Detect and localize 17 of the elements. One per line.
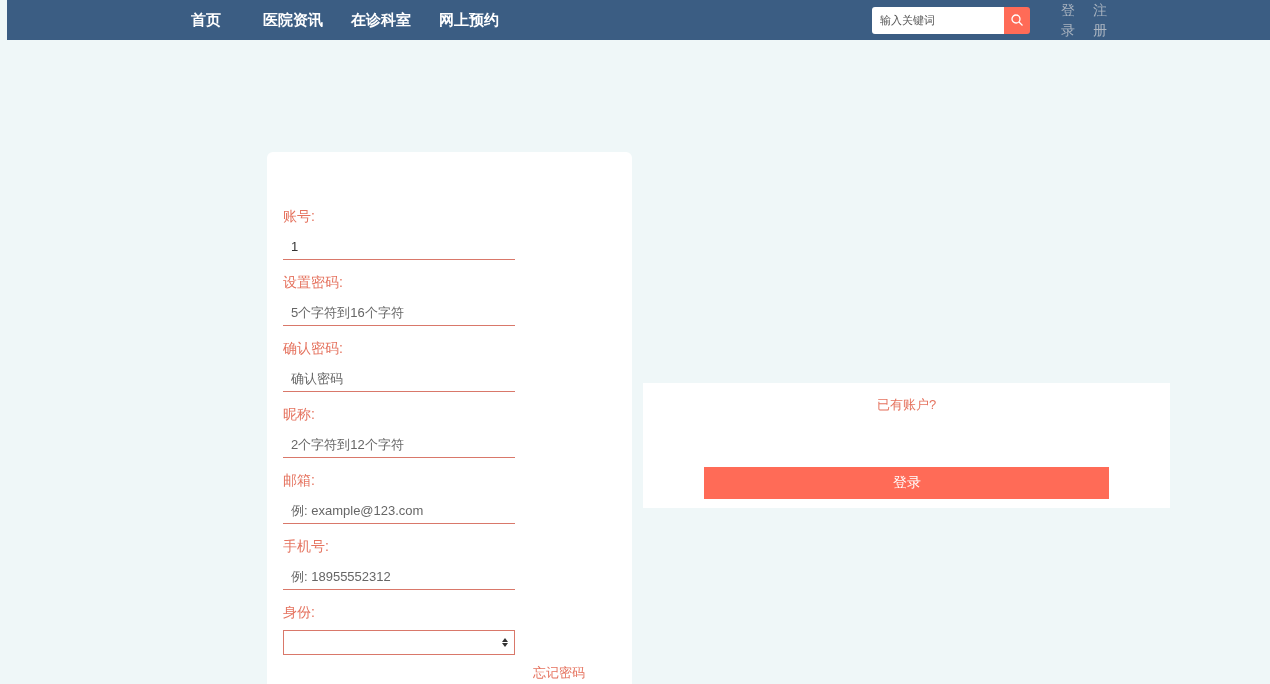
search-icon — [1011, 14, 1023, 26]
field-label: 确认密码: — [283, 339, 344, 358]
field-label: 身份: — [283, 603, 316, 622]
search-button[interactable] — [1004, 6, 1030, 34]
field-label: 手机号: — [283, 537, 330, 556]
nav-link[interactable]: 在诊科室 — [351, 8, 411, 32]
nav-link[interactable]: 首页 — [191, 8, 221, 32]
search-field[interactable]: 输入关键词 — [872, 6, 1004, 34]
sort-caret-icon — [502, 638, 508, 647]
field-label: 账号: — [283, 207, 316, 226]
dropdown-field[interactable] — [283, 630, 515, 655]
login-prompt: 已有账户? — [876, 396, 937, 414]
field-label: 邮箱: — [283, 471, 316, 490]
field-label: 昵称: — [283, 405, 316, 424]
nav-link[interactable]: 医院资讯 — [263, 8, 323, 32]
field-label: 设置密码: — [283, 273, 344, 292]
nav-link[interactable]: 网上预约 — [439, 8, 499, 32]
